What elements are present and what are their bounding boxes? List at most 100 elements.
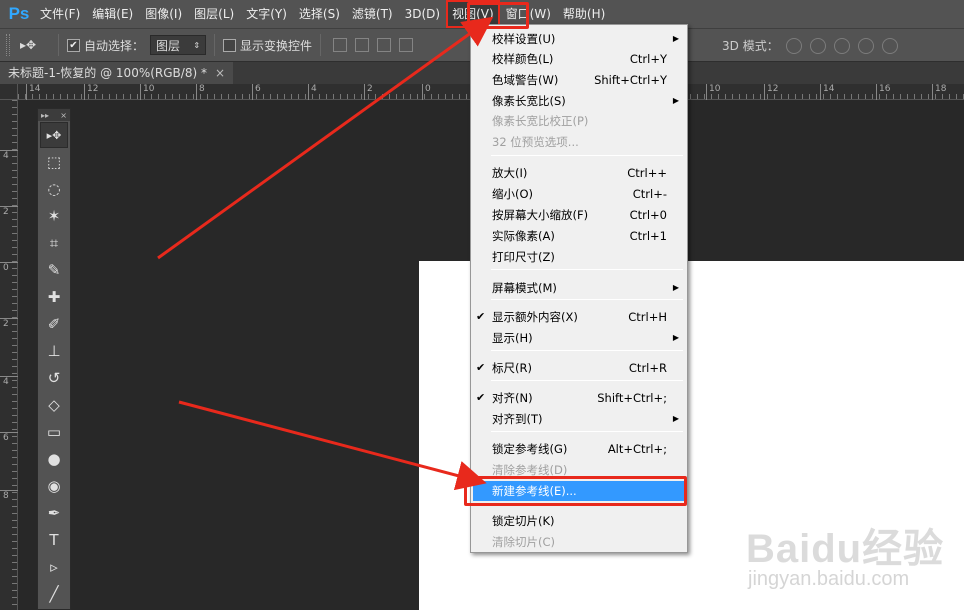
3d-scale-icon[interactable]	[882, 38, 898, 54]
ruler-tick-label: 12	[84, 84, 98, 100]
ruler-tick-label: 14	[820, 84, 834, 100]
auto-select-checkbox[interactable]: ✔	[67, 38, 80, 52]
menu-4[interactable]: 文字(Y)	[240, 0, 293, 28]
view-menu-item[interactable]: 显示(H) ▶	[473, 328, 685, 348]
menu-6[interactable]: 滤镜(T)	[346, 0, 399, 28]
ruler-tick-label: 2	[0, 318, 18, 329]
align-bottom-icon[interactable]	[377, 38, 392, 52]
vertical-ruler[interactable]: 4 2 0 2 4 6 8	[0, 100, 18, 610]
toolbox-panel: ▸▸ × ▸✥ ⬚ ◌ ✶ ⌗ ✎ ✚ ✐ ⊥ ↺ ◇ ▭ ● ◉ ✒ T ▹ ╱	[37, 108, 71, 610]
view-menu-item[interactable]: 锁定切片(K)	[473, 511, 685, 531]
view-menu-item-label: 清除切片(C)	[492, 535, 556, 549]
view-menu-item[interactable]: 屏幕模式(M) ▶	[473, 278, 685, 298]
auto-select-label: 自动选择：	[84, 38, 145, 53]
brush-tool-icon[interactable]: ✐	[40, 311, 68, 337]
view-menu-item-shortcut: Ctrl+0	[629, 208, 667, 222]
menu-2[interactable]: 图像(I)	[139, 0, 188, 28]
close-icon[interactable]: ×	[215, 66, 225, 80]
view-menu-item-label: 实际像素(A)	[492, 229, 555, 243]
menu-separator	[491, 155, 683, 156]
3d-drag-icon[interactable]	[834, 38, 850, 54]
crop-tool-icon[interactable]: ⌗	[40, 230, 68, 256]
show-transform-label: 显示变换控件	[240, 38, 313, 53]
view-menu-item[interactable]: 实际像素(A) Ctrl+1	[473, 226, 685, 246]
view-menu-item-label: 对齐(N)	[492, 391, 533, 405]
view-menu-item[interactable]: 校样设置(U) ▶	[473, 29, 685, 49]
menu-7[interactable]: 3D(D)	[399, 0, 446, 28]
move-tool-preset-icon[interactable]: ▸✥	[20, 38, 50, 52]
view-menu-item-label: 像素长宽比校正(P)	[492, 114, 589, 128]
3d-slide-icon[interactable]	[858, 38, 874, 54]
document-tab[interactable]: 未标题-1-恢复的 @ 100%(RGB/8) * ×	[0, 62, 234, 84]
marquee-tool-icon[interactable]: ⬚	[40, 149, 68, 175]
move-tool-icon[interactable]: ▸✥	[40, 122, 68, 148]
eraser-tool-icon[interactable]: ◇	[40, 392, 68, 418]
view-menu-item[interactable]: 放大(I) Ctrl++	[473, 163, 685, 183]
align-vcenter-icon[interactable]	[355, 38, 370, 52]
view-menu-item-shortcut: Alt+Ctrl+;	[607, 442, 667, 456]
magic-wand-tool-icon[interactable]: ✶	[40, 203, 68, 229]
view-menu-item-label: 锁定参考线(G)	[492, 442, 568, 456]
3d-roll-icon[interactable]	[810, 38, 826, 54]
auto-select-dropdown[interactable]: 图层 ⇕	[150, 35, 207, 55]
lasso-tool-icon[interactable]: ◌	[40, 176, 68, 202]
view-menu-item[interactable]: ✔ 标尺(R) Ctrl+R	[473, 358, 685, 378]
pen-tool-icon[interactable]: ✒	[40, 500, 68, 526]
view-dropdown-menu: 校样设置(U) ▶ 校样颜色(L) Ctrl+Y 色域警告(W) Shift+Ctrl+Y…	[470, 24, 688, 553]
toolbox-header[interactable]: ▸▸ ×	[38, 109, 70, 121]
show-transform-checkbox[interactable]	[223, 38, 237, 52]
view-menu-item[interactable]: 缩小(O) Ctrl+-	[473, 184, 685, 204]
watermark-logo-text: Baidu经验	[746, 527, 945, 571]
view-menu-item-shortcut: Ctrl+H	[628, 310, 667, 324]
type-tool-icon[interactable]: T	[40, 527, 68, 553]
align-top-icon[interactable]	[333, 38, 348, 52]
ruler-tick-label: 18	[932, 84, 946, 100]
history-brush-tool-icon[interactable]: ↺	[40, 365, 68, 391]
photoshop-logo: Ps	[8, 4, 30, 23]
dodge-tool-icon[interactable]: ◉	[40, 473, 68, 499]
view-menu-item-label: 色域警告(W)	[492, 73, 559, 87]
view-menu-item: 像素长宽比校正(P)	[473, 111, 685, 131]
submenu-arrow-icon: ▶	[672, 96, 679, 105]
view-menu-item-shortcut: Shift+Ctrl+;	[597, 391, 667, 405]
view-menu-item[interactable]: 按屏幕大小缩放(F) Ctrl+0	[473, 205, 685, 225]
ruler-tick-label: 0	[422, 84, 431, 100]
collapse-icon[interactable]: ▸▸	[41, 111, 49, 120]
view-menu-item[interactable]: 像素长宽比(S) ▶	[473, 91, 685, 111]
ruler-tick-label: 2	[0, 206, 18, 217]
menu-separator	[491, 269, 683, 270]
view-menu-item[interactable]: 色域警告(W) Shift+Ctrl+Y	[473, 70, 685, 90]
line-tool-icon[interactable]: ╱	[40, 581, 68, 607]
view-menu-item[interactable]: 校样颜色(L) Ctrl+Y	[473, 49, 685, 69]
view-menu-item-shortcut: Ctrl+1	[629, 229, 667, 243]
align-left-icon[interactable]	[399, 38, 414, 52]
menu-separator	[491, 299, 683, 300]
view-menu-item[interactable]: 对齐到(T) ▶	[473, 409, 685, 429]
checkmark-icon: ✔	[476, 361, 486, 374]
view-menu-item[interactable]: ✔ 对齐(N) Shift+Ctrl+;	[473, 388, 685, 408]
path-selection-tool-icon[interactable]: ▹	[40, 554, 68, 580]
menu-5[interactable]: 选择(S)	[293, 0, 346, 28]
healing-brush-tool-icon[interactable]: ✚	[40, 284, 68, 310]
checkmark-icon: ✔	[476, 391, 486, 404]
blur-tool-icon[interactable]: ●	[40, 446, 68, 472]
ruler-tick-label: 8	[0, 490, 18, 501]
ruler-origin[interactable]	[0, 84, 18, 100]
menu-3[interactable]: 图层(L)	[188, 0, 240, 28]
3d-rotate-icon[interactable]	[786, 38, 802, 54]
options-grip[interactable]	[6, 34, 10, 56]
view-menu-item-label: 打印尺寸(Z)	[492, 250, 555, 264]
view-menu-item[interactable]: 打印尺寸(Z)	[473, 247, 685, 267]
stamp-tool-icon[interactable]: ⊥	[40, 338, 68, 364]
menu-0[interactable]: 文件(F)	[34, 0, 86, 28]
divider	[214, 34, 216, 56]
view-menu-item[interactable]: 锁定参考线(G) Alt+Ctrl+;	[473, 439, 685, 459]
close-icon[interactable]: ×	[60, 111, 67, 120]
menu-1[interactable]: 编辑(E)	[86, 0, 139, 28]
gradient-tool-icon[interactable]: ▭	[40, 419, 68, 445]
view-menu-item[interactable]: ✔ 显示额外内容(X) Ctrl+H	[473, 307, 685, 327]
view-menu-item-label: 缩小(O)	[492, 187, 534, 201]
eyedropper-tool-icon[interactable]: ✎	[40, 257, 68, 283]
document-tab-title: 未标题-1-恢复的 @ 100%(RGB/8) *	[8, 66, 207, 80]
ruler-tick-label: 14	[26, 84, 40, 100]
